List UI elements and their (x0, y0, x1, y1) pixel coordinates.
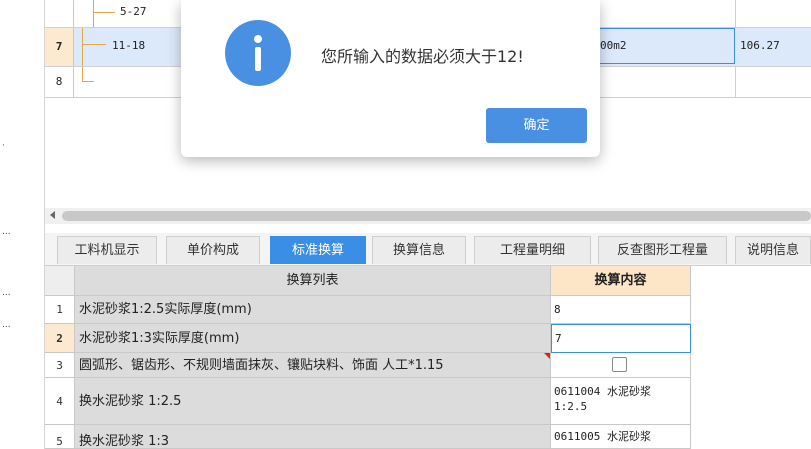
scroll-left-icon[interactable] (50, 211, 55, 219)
tab-unit-price-composition[interactable]: 单价构成 (166, 236, 260, 264)
left-panel-mark: ... (2, 227, 11, 237)
row-number: 1 (45, 296, 75, 324)
conversion-item-text: 圆弧形、锯齿形、不规则墙面抹灰、镶贴块料、饰面 人工*1.15 (79, 358, 444, 373)
row-number: 5 (45, 425, 75, 449)
tab-conversion-info[interactable]: 换算信息 (372, 236, 466, 264)
scrollbar-thumb[interactable] (62, 211, 811, 221)
column-header-conversion-content: 换算内容 (551, 266, 691, 296)
left-panel-mark: · (2, 141, 5, 151)
conversion-checkbox-cell[interactable] (551, 353, 691, 378)
tab-resource-display[interactable]: 工料机显示 (57, 236, 157, 264)
left-panel-mark: ... (2, 288, 11, 298)
material-cell[interactable]: 0611004 水泥砂浆 1:2.5 (551, 378, 691, 425)
conversion-item-name: 圆弧形、锯齿形、不规则墙面抹灰、镶贴块料、饰面 人工*1.15 (75, 353, 551, 378)
item-code: 11-18 (112, 39, 146, 52)
material-cell[interactable]: 0611005 水泥砂浆 (551, 425, 691, 449)
info-icon-dot (254, 35, 262, 43)
conversion-value-input[interactable]: 8 (551, 296, 691, 324)
validation-dialog: 您所输入的数据必须大于12! 确定 (181, 0, 600, 157)
tree-line (93, 12, 115, 13)
material-code-name: 0611005 水泥砂浆 (554, 430, 651, 443)
item-quantity: 106.27 (740, 39, 780, 52)
left-panel-mark: ... (2, 320, 11, 330)
tree-line (82, 44, 106, 45)
tree-line (93, 0, 94, 27)
material-code-name: 0611004 水泥砂浆 (554, 385, 651, 398)
tab-description[interactable]: 说明信息 (735, 236, 811, 264)
horizontal-scrollbar[interactable] (45, 208, 811, 224)
conversion-item-name: 水泥砂浆1:3实际厚度(mm) (75, 324, 551, 353)
row-number: 3 (45, 353, 75, 378)
corner-cell (45, 266, 75, 296)
material-spec: 1:2.5 (554, 400, 588, 413)
tree-line (82, 28, 83, 66)
conversion-value-input[interactable]: 7 (551, 324, 691, 353)
tab-reverse-lookup-quantity[interactable]: 反查图形工程量 (598, 236, 727, 264)
row-number: 8 (45, 67, 74, 97)
dialog-message: 您所输入的数据必须大于12! (321, 47, 524, 66)
row-number (45, 0, 74, 27)
conversion-item-name: 换水泥砂浆 1:3 (75, 425, 551, 449)
row-number: 7 (45, 28, 74, 66)
conversion-grid: 换算列表 换算内容 1 水泥砂浆1:2.5实际厚度(mm) 8 2 水泥砂浆1:… (45, 266, 691, 449)
tree-line (82, 81, 94, 82)
conversion-checkbox[interactable] (612, 357, 627, 372)
tab-quantity-detail[interactable]: 工程量明细 (474, 236, 591, 264)
row-number: 2 (45, 324, 75, 353)
conversion-item-name: 水泥砂浆1:2.5实际厚度(mm) (75, 296, 551, 324)
tree-line (82, 67, 83, 82)
column-header-conversion-list: 换算列表 (75, 266, 551, 296)
detail-tab-bar: 工料机显示 单价构成 标准换算 换算信息 工程量明细 反查图形工程量 说明信息 (45, 233, 811, 266)
item-unit: 00m2 (600, 39, 627, 52)
info-icon (225, 20, 291, 86)
ok-button[interactable]: 确定 (486, 108, 587, 143)
row-number: 4 (45, 378, 75, 425)
item-code: 5-27 (120, 5, 147, 18)
conversion-item-name: 换水泥砂浆 1:2.5 (75, 378, 551, 425)
comment-marker-icon (544, 353, 550, 359)
left-panel: · ... ... ... (0, 0, 45, 449)
info-icon-bar (255, 47, 261, 71)
tab-standard-conversion[interactable]: 标准换算 (270, 236, 366, 264)
